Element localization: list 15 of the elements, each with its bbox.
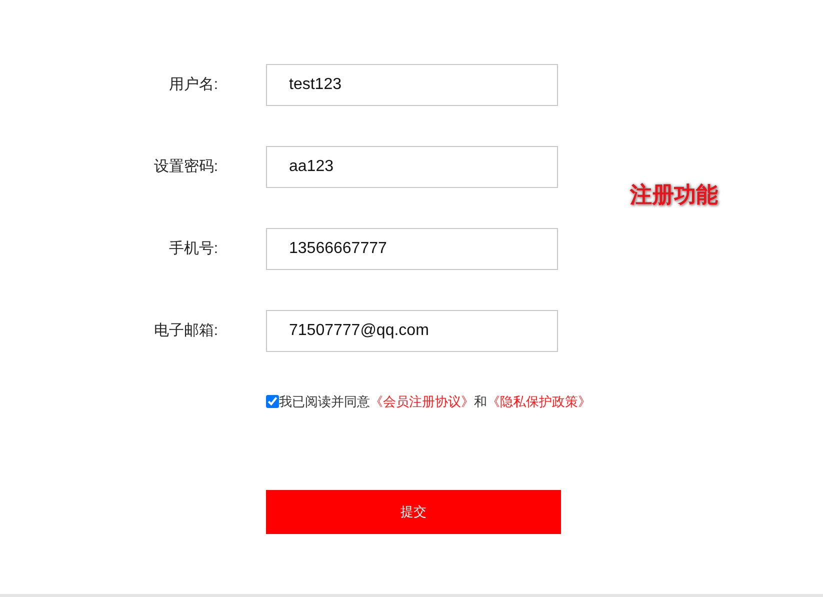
input-field[interactable]: 71507777@qq.com — [266, 310, 558, 352]
agreement-text: 我已阅读并同意 — [279, 393, 370, 411]
input-field[interactable]: test123 — [266, 64, 558, 106]
input-field[interactable]: 13566667777 — [266, 228, 558, 270]
agreement-link[interactable]: 《会员注册协议》 — [370, 392, 474, 412]
field-label: 电子邮箱: — [152, 320, 219, 341]
field-label: 用户名: — [168, 74, 219, 95]
agree-checkbox[interactable] — [266, 395, 279, 408]
field-label: 设置密码: — [152, 156, 219, 177]
agreement-text: 和 — [474, 393, 487, 411]
submit-button[interactable]: 提交 — [266, 490, 561, 534]
field-label: 手机号: — [168, 238, 219, 259]
input-field[interactable]: aa123 — [266, 146, 558, 188]
caption: 注册功能 — [630, 181, 718, 209]
agreement-link[interactable]: 《隐私保护政策》 — [487, 392, 591, 412]
